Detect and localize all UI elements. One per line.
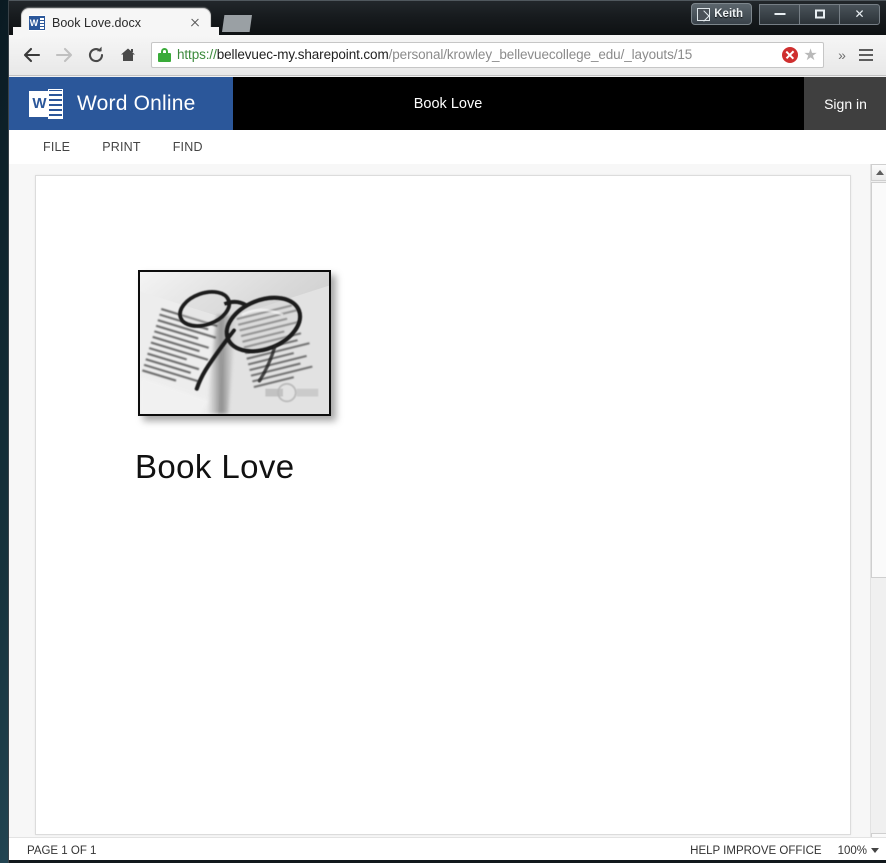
page-count-label: PAGE 1 OF 1 <box>27 844 97 857</box>
word-online-header: W Word Online Book Love Sign in <box>9 77 886 130</box>
url-host: bellevuec-my.sharepoint.com <box>216 47 389 62</box>
url-scheme: https:// <box>177 47 217 62</box>
minimize-icon <box>774 13 785 15</box>
command-file[interactable]: FILE <box>27 134 86 160</box>
user-account-button[interactable]: Keith <box>691 3 752 25</box>
favicon-letter: W <box>29 15 39 30</box>
help-improve-office-link[interactable]: HELP IMPROVE OFFICE <box>690 845 821 857</box>
word-online-brand-label: Word Online <box>77 91 196 115</box>
user-account-icon <box>697 7 711 21</box>
document-page[interactable]: Book Love <box>35 175 851 835</box>
reload-arrow-icon[interactable] <box>81 40 111 70</box>
maximize-icon <box>814 9 825 19</box>
browser-tab[interactable]: W Book Love.docx <box>13 8 219 37</box>
logo-document-lines <box>48 88 63 119</box>
zoom-level-label: 100% <box>837 844 867 857</box>
tab-close-icon[interactable] <box>187 15 203 31</box>
document-image[interactable] <box>138 270 331 416</box>
secure-lock-icon <box>158 48 171 62</box>
close-icon: ✕ <box>854 7 865 21</box>
url-path: /personal/krowley_bellevuecollege_edu/_l… <box>388 47 693 62</box>
browser-window: W Book Love.docx Keith ✕ https://bellevu… <box>8 0 886 863</box>
sign-in-button[interactable]: Sign in <box>804 77 886 130</box>
window-controls: Keith ✕ <box>691 3 880 25</box>
address-bar[interactable]: https://bellevuec-my.sharepoint.com/pers… <box>151 42 824 68</box>
minimize-button[interactable] <box>759 3 800 25</box>
bookmark-star-icon[interactable]: ★ <box>802 47 819 64</box>
logo-letter-w: W <box>29 90 50 117</box>
favicon-lines <box>39 15 45 30</box>
hamburger-menu-icon[interactable] <box>854 45 878 65</box>
word-online-app: W Word Online Book Love Sign in FILE PRI… <box>9 77 886 863</box>
word-online-logo-icon: W <box>29 88 63 119</box>
forward-arrow-icon[interactable] <box>49 40 79 70</box>
back-arrow-icon[interactable] <box>17 40 47 70</box>
document-canvas: Book Love <box>9 164 886 850</box>
word-online-command-bar: FILE PRINT FIND <box>9 130 886 164</box>
desktop-background: W Book Love.docx Keith ✕ https://bellevu… <box>0 0 886 863</box>
url-text: https://bellevuec-my.sharepoint.com/pers… <box>177 43 782 67</box>
browser-titlebar: W Book Love.docx Keith ✕ <box>9 0 886 37</box>
tab-title: Book Love.docx <box>52 15 141 30</box>
zoom-control[interactable]: 100% <box>838 845 879 857</box>
new-tab-button[interactable] <box>222 15 252 32</box>
status-bar-right: HELP IMPROVE OFFICE 100% <box>690 845 879 857</box>
scroll-up-arrow-icon[interactable] <box>871 164 886 181</box>
command-find[interactable]: FIND <box>157 134 219 160</box>
word-online-brand[interactable]: W Word Online <box>9 77 233 130</box>
certificate-error-icon[interactable] <box>782 47 798 63</box>
browser-toolbar: https://bellevuec-my.sharepoint.com/pers… <box>9 35 886 76</box>
toolbar-overflow-button[interactable]: » <box>832 47 852 63</box>
close-button[interactable]: ✕ <box>839 3 880 25</box>
maximize-button[interactable] <box>799 3 840 25</box>
document-scrollbar[interactable] <box>870 164 886 850</box>
home-icon[interactable] <box>113 40 143 70</box>
document-heading[interactable]: Book Love <box>135 448 295 486</box>
word-document-icon: W <box>29 14 45 31</box>
scrollbar-thumb[interactable] <box>871 182 886 578</box>
chevron-down-icon <box>871 848 879 853</box>
user-account-label: Keith <box>714 8 743 20</box>
command-print[interactable]: PRINT <box>86 134 157 160</box>
